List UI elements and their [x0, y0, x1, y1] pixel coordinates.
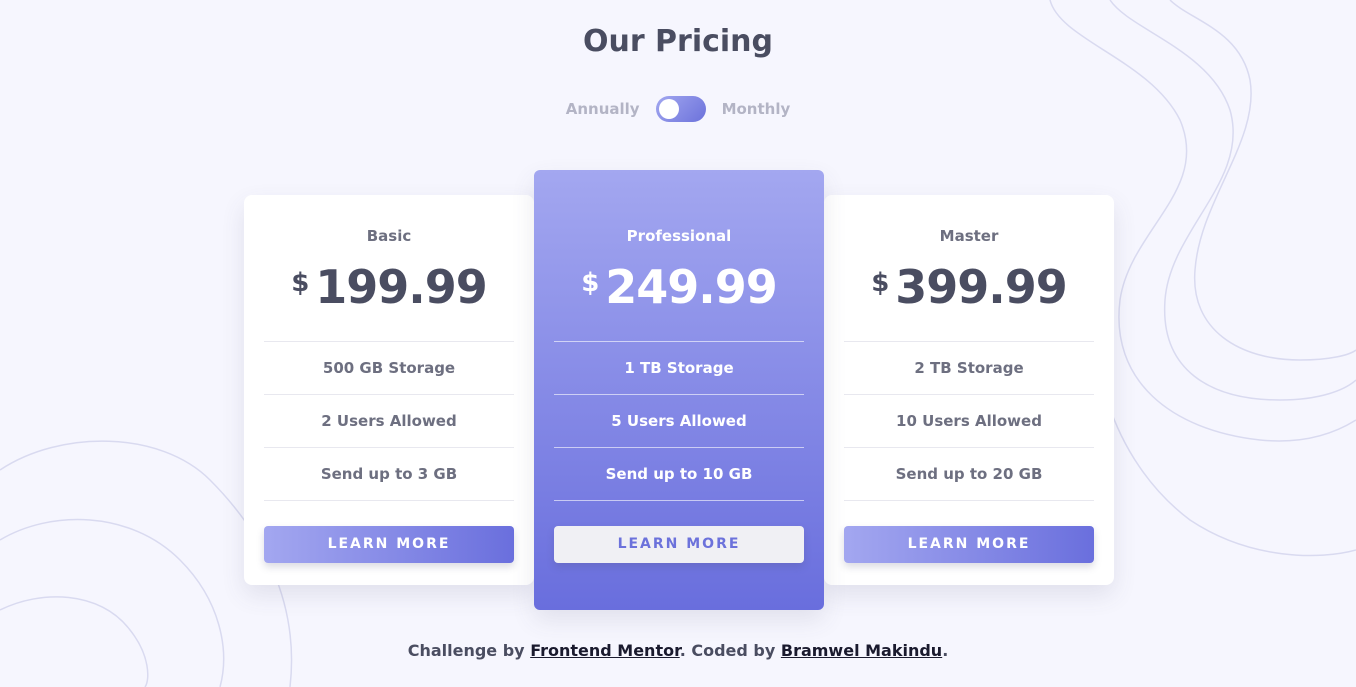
plan-card-professional: Professional $ 249.99 1 TB Storage 5 Use…: [534, 170, 824, 610]
plan-name: Professional: [626, 227, 732, 245]
price-amount: 399.99: [895, 260, 1068, 314]
feature-item: Send up to 10 GB: [554, 448, 804, 501]
plan-card-master: Master $ 399.99 2 TB Storage 10 Users Al…: [824, 195, 1114, 585]
feature-item: 5 Users Allowed: [554, 395, 804, 448]
plan-name: Basic: [366, 227, 412, 245]
billing-toggle-row: Annually Monthly: [0, 96, 1356, 122]
feature-item: 2 Users Allowed: [264, 395, 514, 448]
feature-item: 500 GB Storage: [264, 342, 514, 395]
learn-more-button-basic[interactable]: LEARN MORE: [264, 526, 514, 563]
learn-more-button-professional[interactable]: LEARN MORE: [554, 526, 804, 563]
currency-symbol: $: [871, 268, 890, 298]
footer-suffix: .: [942, 641, 949, 660]
monthly-label[interactable]: Monthly: [722, 100, 791, 118]
learn-more-button-master[interactable]: LEARN MORE: [844, 526, 1094, 563]
plan-name: Master: [939, 227, 999, 245]
currency-symbol: $: [291, 268, 310, 298]
plan-price: $ 399.99: [824, 257, 1114, 317]
feature-item: Send up to 3 GB: [264, 448, 514, 501]
feature-item: 2 TB Storage: [844, 342, 1094, 395]
frontend-mentor-link[interactable]: Frontend Mentor: [530, 641, 680, 660]
billing-toggle-switch[interactable]: [655, 96, 706, 122]
author-link[interactable]: Bramwel Makindu: [781, 641, 942, 660]
plan-price: $ 249.99: [534, 257, 824, 317]
toggle-knob: [658, 99, 679, 119]
annually-label[interactable]: Annually: [566, 100, 640, 118]
feature-item: 1 TB Storage: [554, 342, 804, 395]
feature-item: Send up to 20 GB: [844, 448, 1094, 501]
footer-middle: . Coded by: [679, 641, 776, 660]
currency-symbol: $: [581, 268, 600, 298]
plan-card-basic: Basic $ 199.99 500 GB Storage 2 Users Al…: [244, 195, 534, 585]
plan-price: $ 199.99: [244, 257, 534, 317]
feature-list: 2 TB Storage 10 Users Allowed Send up to…: [844, 341, 1094, 501]
feature-item: 10 Users Allowed: [844, 395, 1094, 448]
feature-list: 500 GB Storage 2 Users Allowed Send up t…: [264, 341, 514, 501]
attribution-footer: Challenge by Frontend Mentor. Coded by B…: [0, 641, 1356, 660]
feature-list: 1 TB Storage 5 Users Allowed Send up to …: [554, 341, 804, 501]
page-title: Our Pricing: [582, 24, 774, 59]
price-amount: 249.99: [605, 260, 778, 314]
price-amount: 199.99: [315, 260, 488, 314]
footer-prefix: Challenge by: [407, 641, 525, 660]
